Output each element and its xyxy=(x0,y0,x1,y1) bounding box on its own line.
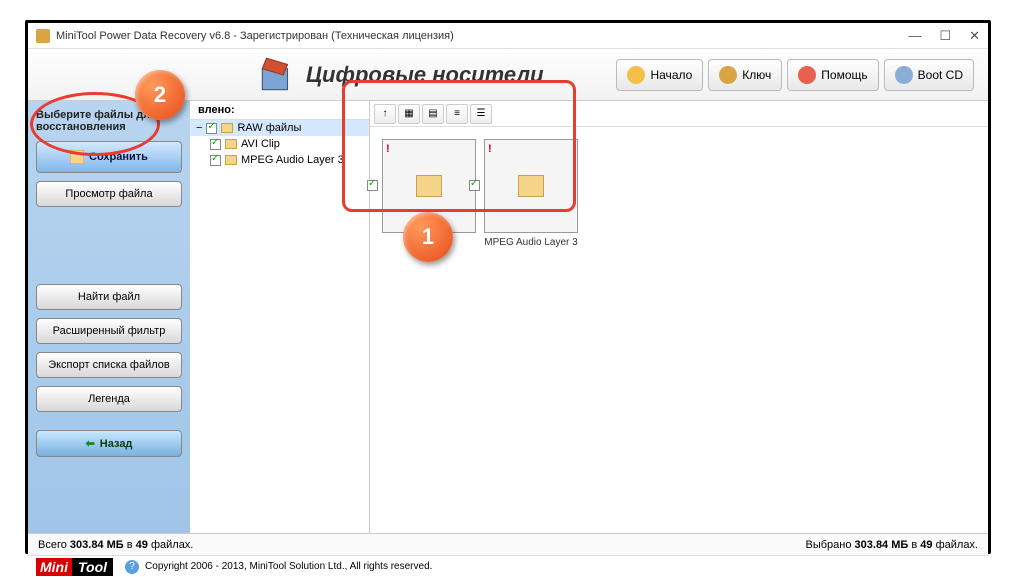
toolbar-view4-icon[interactable]: ☰ xyxy=(470,104,492,124)
folder-icon xyxy=(225,155,237,165)
status-text: в xyxy=(908,539,920,551)
tree-checkbox[interactable] xyxy=(206,123,217,134)
footer-logo: MiniTool xyxy=(36,558,113,576)
status-text: Выбрано xyxy=(806,539,855,551)
start-button[interactable]: Начало xyxy=(616,59,703,91)
titlebar: MiniTool Power Data Recovery v6.8 - Заре… xyxy=(28,23,988,49)
folder-icon xyxy=(518,175,544,197)
folder-icon xyxy=(416,175,442,197)
status-size: 303.84 МБ xyxy=(855,539,909,551)
preview-label: Просмотр файла xyxy=(65,188,152,200)
thumb-checkbox[interactable] xyxy=(469,180,480,191)
tree-label: RAW файлы xyxy=(237,122,301,134)
advfilter-button[interactable]: Расширенный фильтр xyxy=(36,318,182,344)
callout-2: 2 xyxy=(135,70,185,120)
status-text: в xyxy=(124,539,136,551)
folder-icon xyxy=(225,139,237,149)
toolbar-up-icon[interactable]: ↑ xyxy=(374,104,396,124)
key-button[interactable]: Ключ xyxy=(708,59,782,91)
tree-item-raw[interactable]: − RAW файлы xyxy=(190,120,369,136)
window-controls: — ☐ ✕ xyxy=(908,28,980,44)
bootcd-label: Boot CD xyxy=(918,68,963,82)
logo-tool: Tool xyxy=(72,558,113,576)
copyright-text: Copyright 2006 - 2013, MiniTool Solution… xyxy=(145,561,432,572)
start-label: Начало xyxy=(650,68,692,82)
status-text: файлах. xyxy=(933,539,978,551)
export-label: Экспорт списка файлов xyxy=(48,359,170,371)
legend-label: Легенда xyxy=(88,393,130,405)
tree-label: AVI Clip xyxy=(241,138,280,150)
tree-item-mpeg[interactable]: MPEG Audio Layer 3 xyxy=(190,152,369,168)
tree-header: влено: xyxy=(190,101,369,120)
tree-label: MPEG Audio Layer 3 xyxy=(241,154,344,166)
minimize-button[interactable]: — xyxy=(908,28,921,44)
status-size: 303.84 МБ xyxy=(70,539,124,551)
tree-panel: влено: − RAW файлы AVI Clip MPEG Audio L… xyxy=(190,101,370,533)
close-button[interactable]: ✕ xyxy=(969,28,980,44)
thumb-label: MPEG Audio Layer 3 xyxy=(484,237,578,248)
tree-item-avi[interactable]: AVI Clip xyxy=(190,136,369,152)
status-text: файлах. xyxy=(148,539,193,551)
tree-checkbox[interactable] xyxy=(210,139,221,150)
back-button[interactable]: ⬅ Назад xyxy=(36,430,182,457)
callout-1: 1 xyxy=(403,212,453,262)
thumb-mpeg[interactable]: ! MPEG Audio Layer 3 xyxy=(484,139,578,248)
status-count: 49 xyxy=(920,539,932,551)
save-icon xyxy=(70,150,84,164)
legend-button[interactable]: Легенда xyxy=(36,386,182,412)
toolbar-view3-icon[interactable]: ≡ xyxy=(446,104,468,124)
toolbar-view2-icon[interactable]: ▤ xyxy=(422,104,444,124)
help-label: Помощь xyxy=(821,68,867,82)
warning-icon: ! xyxy=(386,143,390,155)
status-text: Всего xyxy=(38,539,70,551)
back-label: Назад xyxy=(100,438,133,450)
status-count: 49 xyxy=(136,539,148,551)
content-panel: ↑ ▦ ▤ ≡ ☰ ! AVI Clip xyxy=(370,101,988,533)
header-logo-icon xyxy=(256,54,298,96)
advfilter-label: Расширенный фильтр xyxy=(53,325,166,337)
header-title: Цифровые носители xyxy=(306,62,544,88)
save-label: Сохранить xyxy=(89,151,148,163)
thumb-checkbox[interactable] xyxy=(367,180,378,191)
window-title: MiniTool Power Data Recovery v6.8 - Заре… xyxy=(56,30,454,42)
bootcd-button[interactable]: Boot CD xyxy=(884,59,974,91)
maximize-button[interactable]: ☐ xyxy=(939,28,951,44)
preview-button[interactable]: Просмотр файла xyxy=(36,181,182,207)
logo-mini: Mini xyxy=(36,558,72,576)
folder-icon xyxy=(221,123,233,133)
key-label: Ключ xyxy=(742,68,771,82)
arrow-left-icon: ⬅ xyxy=(86,437,95,450)
export-button[interactable]: Экспорт списка файлов xyxy=(36,352,182,378)
find-label: Найти файл xyxy=(78,291,140,303)
content-toolbar: ↑ ▦ ▤ ≡ ☰ xyxy=(370,101,988,127)
tree-checkbox[interactable] xyxy=(210,155,221,166)
info-icon[interactable]: ? xyxy=(125,560,139,574)
save-button[interactable]: Сохранить xyxy=(36,141,182,173)
warning-icon: ! xyxy=(488,143,492,155)
find-button[interactable]: Найти файл xyxy=(36,284,182,310)
status-bar: Всего 303.84 МБ в 49 файлах. Выбрано 303… xyxy=(28,533,988,555)
help-button[interactable]: Помощь xyxy=(787,59,878,91)
sidebar: Выберите файлы для восстановления Сохран… xyxy=(28,101,190,533)
app-icon xyxy=(36,29,50,43)
toolbar-view1-icon[interactable]: ▦ xyxy=(398,104,420,124)
expand-icon[interactable]: − xyxy=(196,122,202,134)
